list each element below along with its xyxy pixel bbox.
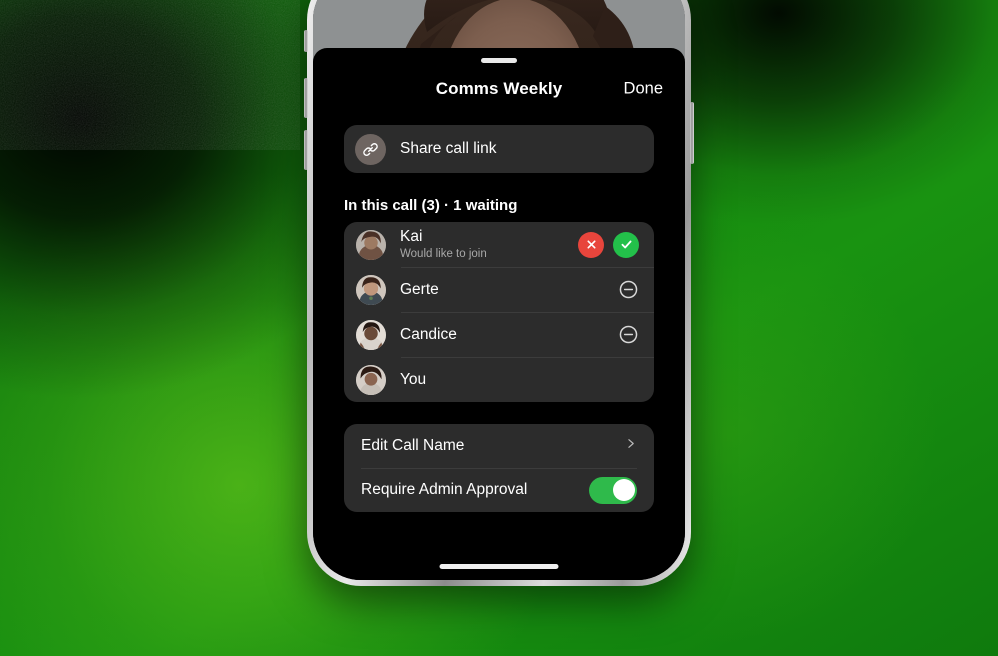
table-row[interactable]: Kai Would like to join: [344, 222, 654, 267]
sheet-drag-handle[interactable]: [481, 58, 517, 63]
participants-list: Kai Would like to join Gerte Candice You: [344, 222, 654, 402]
avatar: [356, 274, 386, 305]
home-indicator[interactable]: [439, 564, 559, 569]
sheet-header: Comms Weekly Done: [313, 67, 685, 111]
volume-up-button[interactable]: [304, 78, 308, 118]
link-icon: [355, 133, 386, 165]
participant-status: Would like to join: [400, 247, 487, 260]
participant-info: Gerte: [400, 281, 618, 299]
participant-name: Gerte: [400, 280, 439, 298]
participant-info: You: [400, 371, 642, 389]
participant-actions: [618, 324, 642, 345]
silent-switch-button[interactable]: [304, 30, 308, 52]
edit-call-name-row[interactable]: Edit Call Name: [344, 424, 654, 468]
avatar: [356, 319, 386, 350]
reject-participant-button[interactable]: [578, 231, 604, 258]
participant-info: Kai Would like to join: [400, 228, 578, 262]
volume-down-button[interactable]: [304, 130, 308, 170]
avatar: [356, 229, 386, 260]
participant-actions: [618, 279, 642, 300]
participant-actions: [578, 231, 642, 258]
phone-screen: Comms Weekly Done Share call link In thi…: [313, 0, 685, 580]
power-button[interactable]: [690, 102, 694, 164]
share-call-link-button[interactable]: Share call link: [344, 125, 654, 173]
call-settings-list: Edit Call Name Require Admin Approval: [344, 424, 654, 512]
table-row[interactable]: You: [344, 357, 654, 402]
table-row[interactable]: Gerte: [344, 267, 654, 312]
share-call-link-label: Share call link: [400, 140, 497, 157]
edit-call-name-label: Edit Call Name: [361, 437, 465, 454]
accept-participant-button[interactable]: [613, 231, 639, 258]
require-admin-approval-toggle[interactable]: [589, 476, 637, 504]
require-admin-approval-row[interactable]: Require Admin Approval: [344, 468, 654, 512]
table-row[interactable]: Candice: [344, 312, 654, 357]
participant-info: Candice: [400, 326, 618, 344]
participant-name: You: [400, 370, 427, 388]
call-details-sheet: Comms Weekly Done Share call link In thi…: [313, 48, 685, 580]
chevron-right-icon: [624, 437, 637, 455]
done-button[interactable]: Done: [624, 80, 663, 99]
call-title: Comms Weekly: [435, 79, 563, 98]
remove-participant-button[interactable]: [618, 279, 639, 300]
require-admin-approval-label: Require Admin Approval: [361, 481, 528, 498]
participant-name: Candice: [400, 325, 457, 343]
remove-participant-button[interactable]: [618, 324, 639, 345]
phone-device: Comms Weekly Done Share call link In thi…: [304, 0, 694, 586]
participants-section-title: In this call (3) · 1 waiting: [344, 197, 518, 214]
avatar: [356, 364, 386, 395]
participant-name: Kai: [400, 227, 423, 245]
